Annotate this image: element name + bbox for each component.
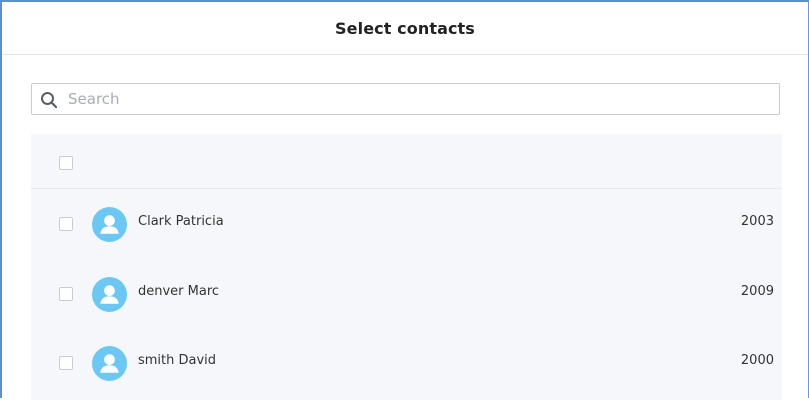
contact-row[interactable]: denver Marc 2009 — [31, 257, 782, 326]
dialog-header: Select contacts — [2, 2, 808, 55]
contact-year: 2000 — [740, 353, 774, 368]
list-header — [31, 134, 782, 189]
user-avatar-icon — [92, 277, 127, 312]
search-box[interactable] — [31, 83, 780, 115]
contact-name: smith David — [138, 353, 217, 368]
contact-year: 2003 — [740, 214, 774, 229]
user-avatar-icon — [92, 207, 127, 242]
user-avatar-icon — [92, 346, 127, 381]
contact-checkbox[interactable] — [59, 356, 73, 370]
contact-row[interactable]: Clark Patricia 2003 — [31, 187, 782, 256]
contact-year: 2009 — [740, 284, 774, 299]
contacts-list: Clark Patricia 2003 denver Marc 2009 smi… — [31, 134, 782, 400]
contact-name: denver Marc — [138, 284, 220, 299]
contact-row[interactable]: smith David 2000 — [31, 326, 782, 395]
select-contacts-dialog: Select contacts Clark Patricia 2003 — [0, 0, 809, 400]
select-all-checkbox[interactable] — [59, 156, 73, 170]
contact-name: Clark Patricia — [138, 214, 224, 229]
contact-checkbox[interactable] — [59, 217, 73, 231]
search-input[interactable] — [68, 84, 768, 114]
contact-checkbox[interactable] — [59, 287, 73, 301]
dialog-title: Select contacts — [335, 18, 475, 38]
search-icon — [41, 92, 58, 109]
